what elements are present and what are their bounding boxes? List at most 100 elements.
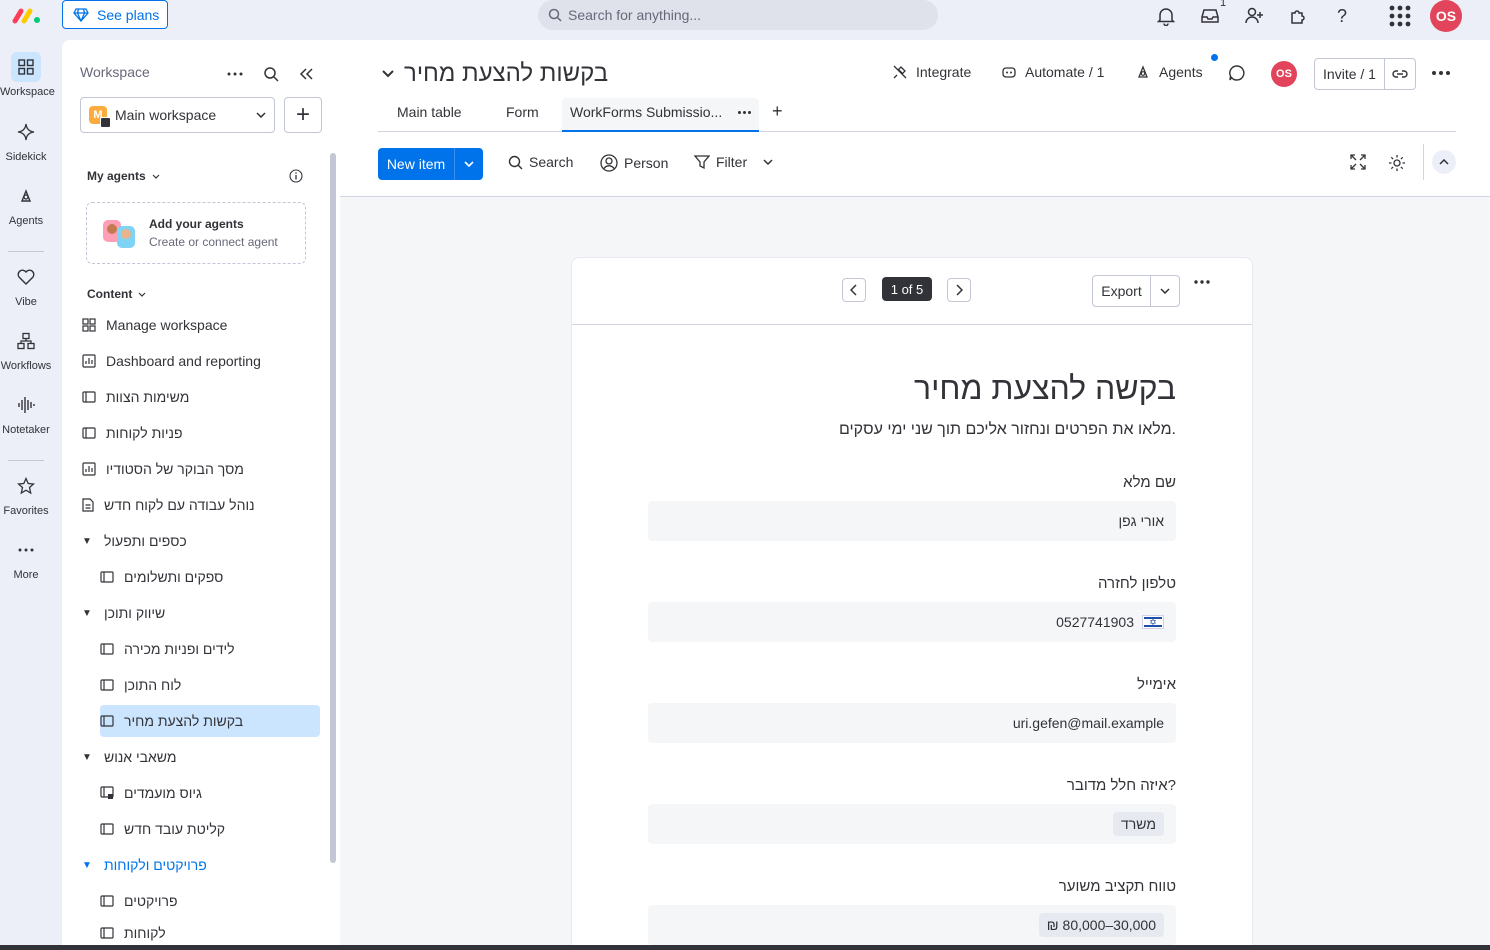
sidebar-item-manage-workspace[interactable]: Manage workspace	[82, 309, 320, 341]
rail-agents[interactable]: Agents	[0, 181, 52, 227]
filter-icon	[694, 154, 710, 170]
add-view-button[interactable]: +	[772, 101, 783, 122]
chevron-down-icon[interactable]	[763, 159, 773, 165]
workspace-sidebar: Workspace M Main workspace + My agents A…	[62, 40, 340, 945]
workspace-selector[interactable]: M Main workspace	[80, 97, 275, 133]
content-section[interactable]: Content	[87, 287, 146, 301]
workspace-badge: M	[89, 106, 111, 128]
new-item-button[interactable]: New item	[378, 148, 483, 180]
filter-button[interactable]: Filter	[694, 154, 773, 170]
sidebar-item-board-private[interactable]: גיוס מועמדים	[100, 777, 320, 809]
add-item-button[interactable]: +	[284, 97, 322, 133]
rail-vibe[interactable]: Vibe	[0, 262, 52, 308]
board-title[interactable]: בקשות להצעת מחיר	[382, 60, 608, 88]
collapse-sidebar-icon[interactable]	[294, 62, 318, 86]
agents-button[interactable]: Agents	[1135, 64, 1203, 80]
automate-button[interactable]: Automate / 1	[1001, 64, 1104, 80]
sidebar-item-label: Manage workspace	[106, 317, 228, 333]
grid-icon	[11, 52, 41, 82]
sidebar-item-dashboard[interactable]: Dashboard and reporting	[82, 345, 320, 377]
previous-submission-button[interactable]	[842, 278, 866, 302]
user-avatar[interactable]: OS	[1430, 0, 1462, 32]
rail-label: More	[13, 569, 39, 581]
filter-label: Filter	[716, 154, 748, 170]
inbox-icon[interactable]	[1198, 4, 1222, 28]
form-subtitle: .מלאו את הפרטים ונחזור אליכם תוך שני ימי…	[838, 421, 1176, 438]
sidebar-folder-hr[interactable]: ▼ משאבי אנוש	[82, 741, 320, 773]
field-value-chip: משרד	[1113, 812, 1164, 836]
sidebar-item-label: Dashboard and reporting	[106, 353, 261, 369]
tab-label: WorkForms Submissio...	[570, 104, 723, 120]
sidebar-item-quote-requests[interactable]: בקשות להצעת מחיר	[100, 705, 320, 737]
person-filter-button[interactable]: Person	[600, 154, 668, 172]
sidebar-item-dashboard[interactable]: מסך הבוקר של הסטודיו	[82, 453, 320, 485]
field-value-space-type: משרד	[648, 804, 1176, 844]
rail-workflows[interactable]: Workflows	[0, 326, 52, 372]
apps-puzzle-icon[interactable]	[1286, 4, 1310, 28]
sidebar-folder-marketing[interactable]: ▼ שיווק ותוכן	[82, 597, 320, 629]
heart-icon	[11, 262, 41, 292]
tab-main-table[interactable]: Main table	[397, 104, 462, 120]
rail-sidekick[interactable]: Sidekick	[0, 117, 52, 163]
invite-button[interactable]: Invite / 1	[1314, 58, 1416, 90]
my-agents-section[interactable]: My agents	[87, 169, 160, 183]
rail-favorites[interactable]: Favorites	[0, 471, 52, 517]
field-value-budget: ₪ 80,000–30,000	[648, 905, 1176, 945]
search-placeholder: Search for anything...	[568, 7, 702, 23]
board-toolbar: New item Search Person Filter	[378, 144, 1456, 180]
board-icon	[100, 823, 114, 835]
sidebar-item-board[interactable]: לקוחות	[100, 921, 320, 945]
sidebar-item-doc[interactable]: נוהל עבודה עם לקוח חדש	[82, 489, 320, 521]
sidebar-folder-projects[interactable]: ▼ פרויקטים ולקוחות	[82, 849, 320, 881]
integrate-button[interactable]: Integrate	[892, 64, 971, 80]
monday-logo-icon[interactable]	[12, 5, 42, 25]
sidebar-scrollbar[interactable]	[330, 153, 336, 863]
more-options-icon[interactable]	[223, 62, 247, 86]
next-submission-button[interactable]	[947, 278, 971, 302]
chevron-down-icon[interactable]	[1151, 288, 1179, 294]
sidebar-item-board[interactable]: קליטת עובד חדש	[100, 813, 320, 845]
invite-label: Invite / 1	[1315, 59, 1385, 89]
copy-link-icon[interactable]	[1385, 69, 1415, 79]
sidebar-item-board[interactable]: ספקים ותשלומים	[100, 561, 320, 593]
sidebar-item-label: בקשות להצעת מחיר	[124, 713, 244, 729]
app-switcher-icon[interactable]	[1388, 4, 1412, 28]
sidebar-item-board[interactable]: לידים ופניות מכירה	[100, 633, 320, 665]
israel-flag-icon: ✡	[1142, 615, 1164, 629]
sidebar-item-label: שיווק ותוכן	[104, 605, 166, 621]
updates-chat-icon[interactable]	[1228, 64, 1246, 82]
sidebar-item-board[interactable]: פרויקטים	[100, 885, 320, 917]
invite-members-icon[interactable]	[1242, 4, 1266, 28]
export-button[interactable]: Export	[1092, 275, 1180, 307]
rail-notetaker[interactable]: Notetaker	[0, 390, 52, 436]
notifications-bell-icon[interactable]	[1154, 4, 1178, 28]
card-more-icon[interactable]	[1194, 280, 1210, 284]
tab-form[interactable]: Form	[506, 104, 539, 120]
info-icon[interactable]	[284, 164, 308, 188]
sidebar-item-board[interactable]: לוח התוכן	[100, 669, 320, 701]
field-label-email: אימייל	[1136, 676, 1176, 693]
rail-workspace[interactable]: Workspace	[0, 52, 55, 98]
rail-more[interactable]: More	[0, 535, 52, 581]
add-agents-card[interactable]: Add your agents Create or connect agent	[86, 202, 306, 264]
tab-workforms-submissions[interactable]: WorkForms Submissio...	[562, 98, 760, 132]
settings-gear-icon[interactable]	[1388, 154, 1406, 172]
board-more-icon[interactable]	[1432, 71, 1450, 75]
see-plans-button[interactable]: See plans	[62, 0, 168, 29]
sidebar-item-board[interactable]: פניות לקוחות	[82, 417, 320, 449]
board-user-avatar[interactable]: OS	[1271, 61, 1297, 87]
help-icon[interactable]: ?	[1330, 4, 1354, 28]
sidebar-folder-finance[interactable]: ▼ כספים ותפעול	[82, 525, 320, 557]
sidebar-title: Workspace	[80, 64, 150, 80]
tab-more-icon[interactable]	[738, 104, 752, 130]
search-icon	[508, 155, 523, 170]
person-icon	[600, 154, 618, 172]
global-search-input[interactable]: Search for anything...	[538, 0, 938, 30]
automate-label: Automate / 1	[1025, 64, 1105, 80]
fullscreen-icon[interactable]	[1350, 154, 1366, 170]
sidebar-item-board[interactable]: משימות הצוות	[82, 381, 320, 413]
chevron-down-icon[interactable]	[455, 161, 483, 167]
sidebar-search-icon[interactable]	[259, 62, 283, 86]
search-button[interactable]: Search	[508, 154, 573, 170]
collapse-header-icon[interactable]	[1432, 150, 1456, 174]
